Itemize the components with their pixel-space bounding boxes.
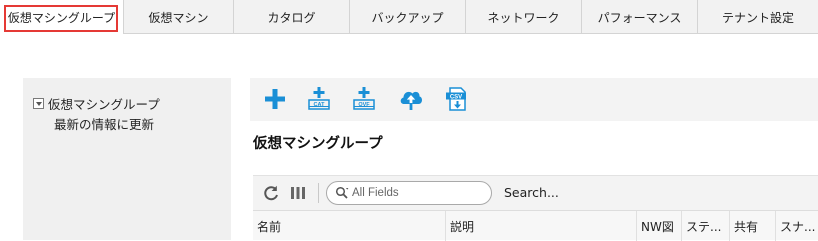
main-pane: CAT OVF CSV 仮想マシングループ All Fields Search.… [250,78,818,241]
ovf-add-icon[interactable]: OVF [351,86,377,112]
column-header-snapshot[interactable]: スナ... [776,211,818,241]
tab-catalog[interactable]: カタログ [234,0,350,34]
column-header-name[interactable]: 名前 [253,211,446,241]
refresh-icon[interactable] [262,184,280,202]
columns-icon[interactable] [290,185,306,201]
tab-vm-groups[interactable]: 仮想マシングループ [0,0,124,34]
search-field[interactable] [326,181,492,205]
tab-label: ネットワーク [487,10,560,25]
column-header-shared[interactable]: 共有 [730,211,776,241]
tab-vms[interactable]: 仮想マシン [124,0,234,34]
tree-node-refresh[interactable]: 最新の情報に更新 [54,114,154,133]
tab-backup[interactable]: バックアップ [350,0,466,34]
table-header: 名前 説明 NW図 ステ... 共有 スナ... [253,210,818,241]
column-header-description[interactable]: 説明 [446,211,637,241]
search-input[interactable] [352,187,482,199]
search-button[interactable]: Search... [504,185,559,200]
column-header-network-diagram[interactable]: NW図 [637,211,682,241]
csv-export-icon[interactable]: CSV [444,86,470,112]
svg-text:OVF: OVF [358,102,370,108]
top-tab-bar: 仮想マシングループ 仮想マシン カタログ バックアップ ネットワーク パフォーマ… [0,0,818,34]
catalog-add-icon[interactable]: CAT [306,86,332,112]
tab-label: カタログ [267,10,316,25]
tab-tenant-settings[interactable]: テナント設定 [698,0,818,34]
tab-performance[interactable]: パフォーマンス [582,0,698,34]
grid-toolbar: Search... [253,175,818,210]
add-icon[interactable] [262,86,288,112]
tab-label: バックアップ [371,10,444,25]
column-header-status[interactable]: ステ... [682,211,730,241]
tab-label: テナント設定 [721,10,794,25]
cloud-upload-icon[interactable] [398,86,424,112]
tree-node-vm-groups[interactable]: 仮想マシングループ [33,94,160,113]
search-icon [335,186,349,199]
tab-label: 仮想マシングループ [7,10,116,25]
tab-network[interactable]: ネットワーク [466,0,582,34]
toolbar-divider [318,183,319,203]
tree-node-label: 仮想マシングループ [48,97,160,112]
svg-text:CSV: CSV [450,94,462,100]
svg-text:CAT: CAT [314,102,326,108]
tree-pane: 仮想マシングループ 最新の情報に更新 [23,78,231,240]
page-title: 仮想マシングループ [253,136,383,152]
tab-label: 仮想マシン [148,10,209,25]
action-toolbar: CAT OVF CSV [250,78,818,121]
tab-label: パフォーマンス [597,10,682,25]
collapse-toggle-icon[interactable] [33,98,44,109]
